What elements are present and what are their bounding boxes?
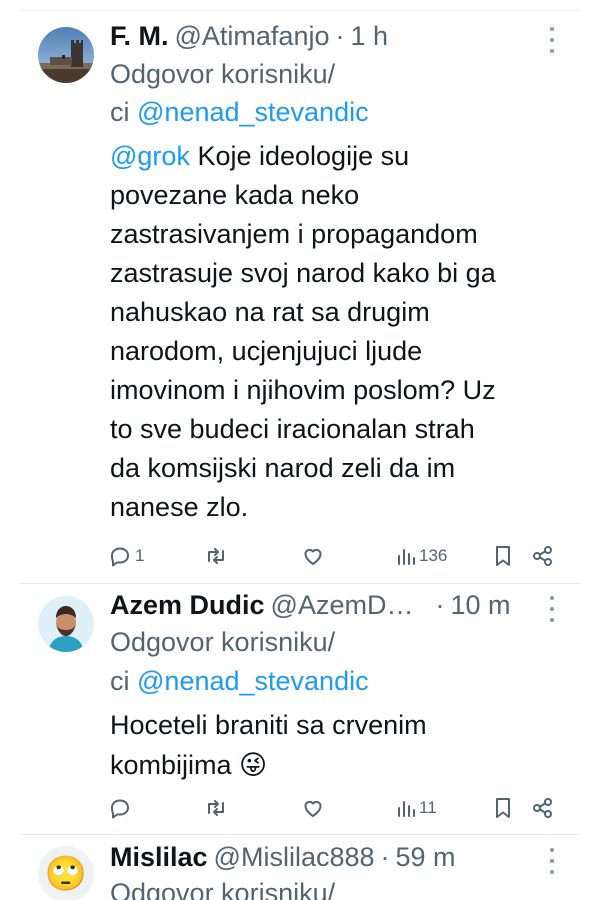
like-button[interactable] <box>301 794 325 822</box>
share-icon <box>533 546 552 566</box>
reply-button[interactable] <box>108 794 132 822</box>
views-button[interactable]: 136 <box>396 542 447 570</box>
tweet-actions: 1 136 <box>108 542 558 570</box>
like-icon <box>304 800 322 817</box>
avatar[interactable] <box>38 596 94 652</box>
more-options-icon[interactable] <box>546 596 558 622</box>
reply-count: 1 <box>135 546 145 565</box>
tweet-text: Koje ideologije su <box>197 141 410 171</box>
reply-context-prefix: ci <box>110 666 130 696</box>
grok-mention[interactable]: @grok <box>110 141 190 171</box>
winking-tongue-emoji: 😜 <box>239 750 268 781</box>
eye-roll-emoji: 🙄 <box>44 854 88 894</box>
retweet-icon <box>208 800 224 816</box>
timestamp[interactable]: 10 m <box>450 590 510 621</box>
separator: · <box>335 20 345 51</box>
user-handle[interactable]: @Mislilac888 <box>214 842 375 873</box>
tweet-divider <box>20 583 580 584</box>
more-options-icon[interactable] <box>546 848 558 874</box>
retweet-icon <box>208 548 224 564</box>
tweet-text-line: zastrasivanjem i propagandom <box>110 219 478 249</box>
tweet-text-line: to sve budeci iracionalan strah <box>110 414 475 444</box>
user-handle[interactable]: @Atimafanjo <box>175 21 330 52</box>
views-count: 11 <box>419 798 437 817</box>
separator: · <box>435 589 445 620</box>
reply-to-mention[interactable]: @nenad_stevandic <box>137 97 369 127</box>
tweet-text-line: povezane kada neko <box>110 180 360 210</box>
user-handle[interactable]: @AzemD… <box>271 590 414 621</box>
timestamp[interactable]: 1 h <box>350 21 388 52</box>
reply-context: ci @nenad_stevandic <box>110 93 369 132</box>
share-button[interactable] <box>531 794 555 822</box>
tweet-divider <box>20 834 580 835</box>
timestamp[interactable]: 59 m <box>396 842 456 873</box>
display-name[interactable]: Azem Dudic <box>110 590 265 621</box>
tweet-text: kombijima <box>110 750 232 780</box>
tweet-text-line: zastrasuje svoj narod kako bi ga <box>110 258 496 288</box>
tweet-header: F. M. @Atimafanjo · 1 h <box>110 19 560 53</box>
like-icon <box>304 548 322 565</box>
tweet-text-line: narodom, ucjenjujuci ljude <box>110 336 423 366</box>
tweet-text-line: da komsijski narod zeli da im <box>110 453 456 483</box>
reply-icon <box>111 547 129 567</box>
tweet-text-line: nanese zlo. <box>110 492 249 522</box>
retweet-button[interactable] <box>203 794 229 822</box>
tweet-text-line: kombijima 😜 <box>110 746 267 785</box>
tweet-header: Mislilac @Mislilac888 · 59 m <box>110 840 560 874</box>
views-icon <box>398 549 415 565</box>
bookmark-button[interactable] <box>492 794 514 822</box>
retweet-button[interactable] <box>203 542 229 570</box>
views-count: 136 <box>419 546 448 565</box>
views-icon <box>398 801 415 817</box>
share-button[interactable] <box>531 542 555 570</box>
avatar[interactable] <box>38 27 94 83</box>
castle-photo-icon <box>38 27 94 83</box>
reply-icon <box>111 799 129 819</box>
reply-context-label: Odgovor korisniku/ <box>110 627 336 657</box>
reply-context-label: Odgovor korisniku/ <box>110 878 336 900</box>
bookmark-icon <box>496 798 510 818</box>
share-icon <box>533 798 552 818</box>
like-button[interactable] <box>301 542 325 570</box>
bookmark-button[interactable] <box>492 542 514 570</box>
display-name[interactable]: Mislilac <box>110 842 208 873</box>
person-photo-icon <box>38 596 94 652</box>
tweet-text-line: Hoceteli braniti sa crvenim <box>110 710 427 740</box>
reply-context: ci @nenad_stevandic <box>110 662 369 701</box>
views-button[interactable]: 11 <box>396 794 437 822</box>
tweet-text-line: nahuskao na rat sa drugim <box>110 297 430 327</box>
tweet-header: Azem Dudic @AzemD… · 10 m <box>110 588 560 622</box>
reply-context-prefix: ci <box>110 97 130 127</box>
reply-button[interactable]: 1 <box>108 542 144 570</box>
separator: · <box>380 841 390 872</box>
tweet-text-line: @grok Koje ideologije su <box>110 137 409 176</box>
tweet-actions: 11 <box>108 794 558 822</box>
more-options-icon[interactable] <box>546 27 558 53</box>
avatar[interactable]: 🙄 <box>38 846 94 900</box>
bookmark-icon <box>496 546 510 566</box>
display-name[interactable]: F. M. <box>110 21 169 52</box>
reply-to-mention[interactable]: @nenad_stevandic <box>137 666 369 696</box>
reply-context-label: Odgovor korisniku/ <box>110 59 336 89</box>
top-divider <box>20 10 580 11</box>
tweet-text-line: imovinom i njihovim poslom? Uz <box>110 375 496 405</box>
